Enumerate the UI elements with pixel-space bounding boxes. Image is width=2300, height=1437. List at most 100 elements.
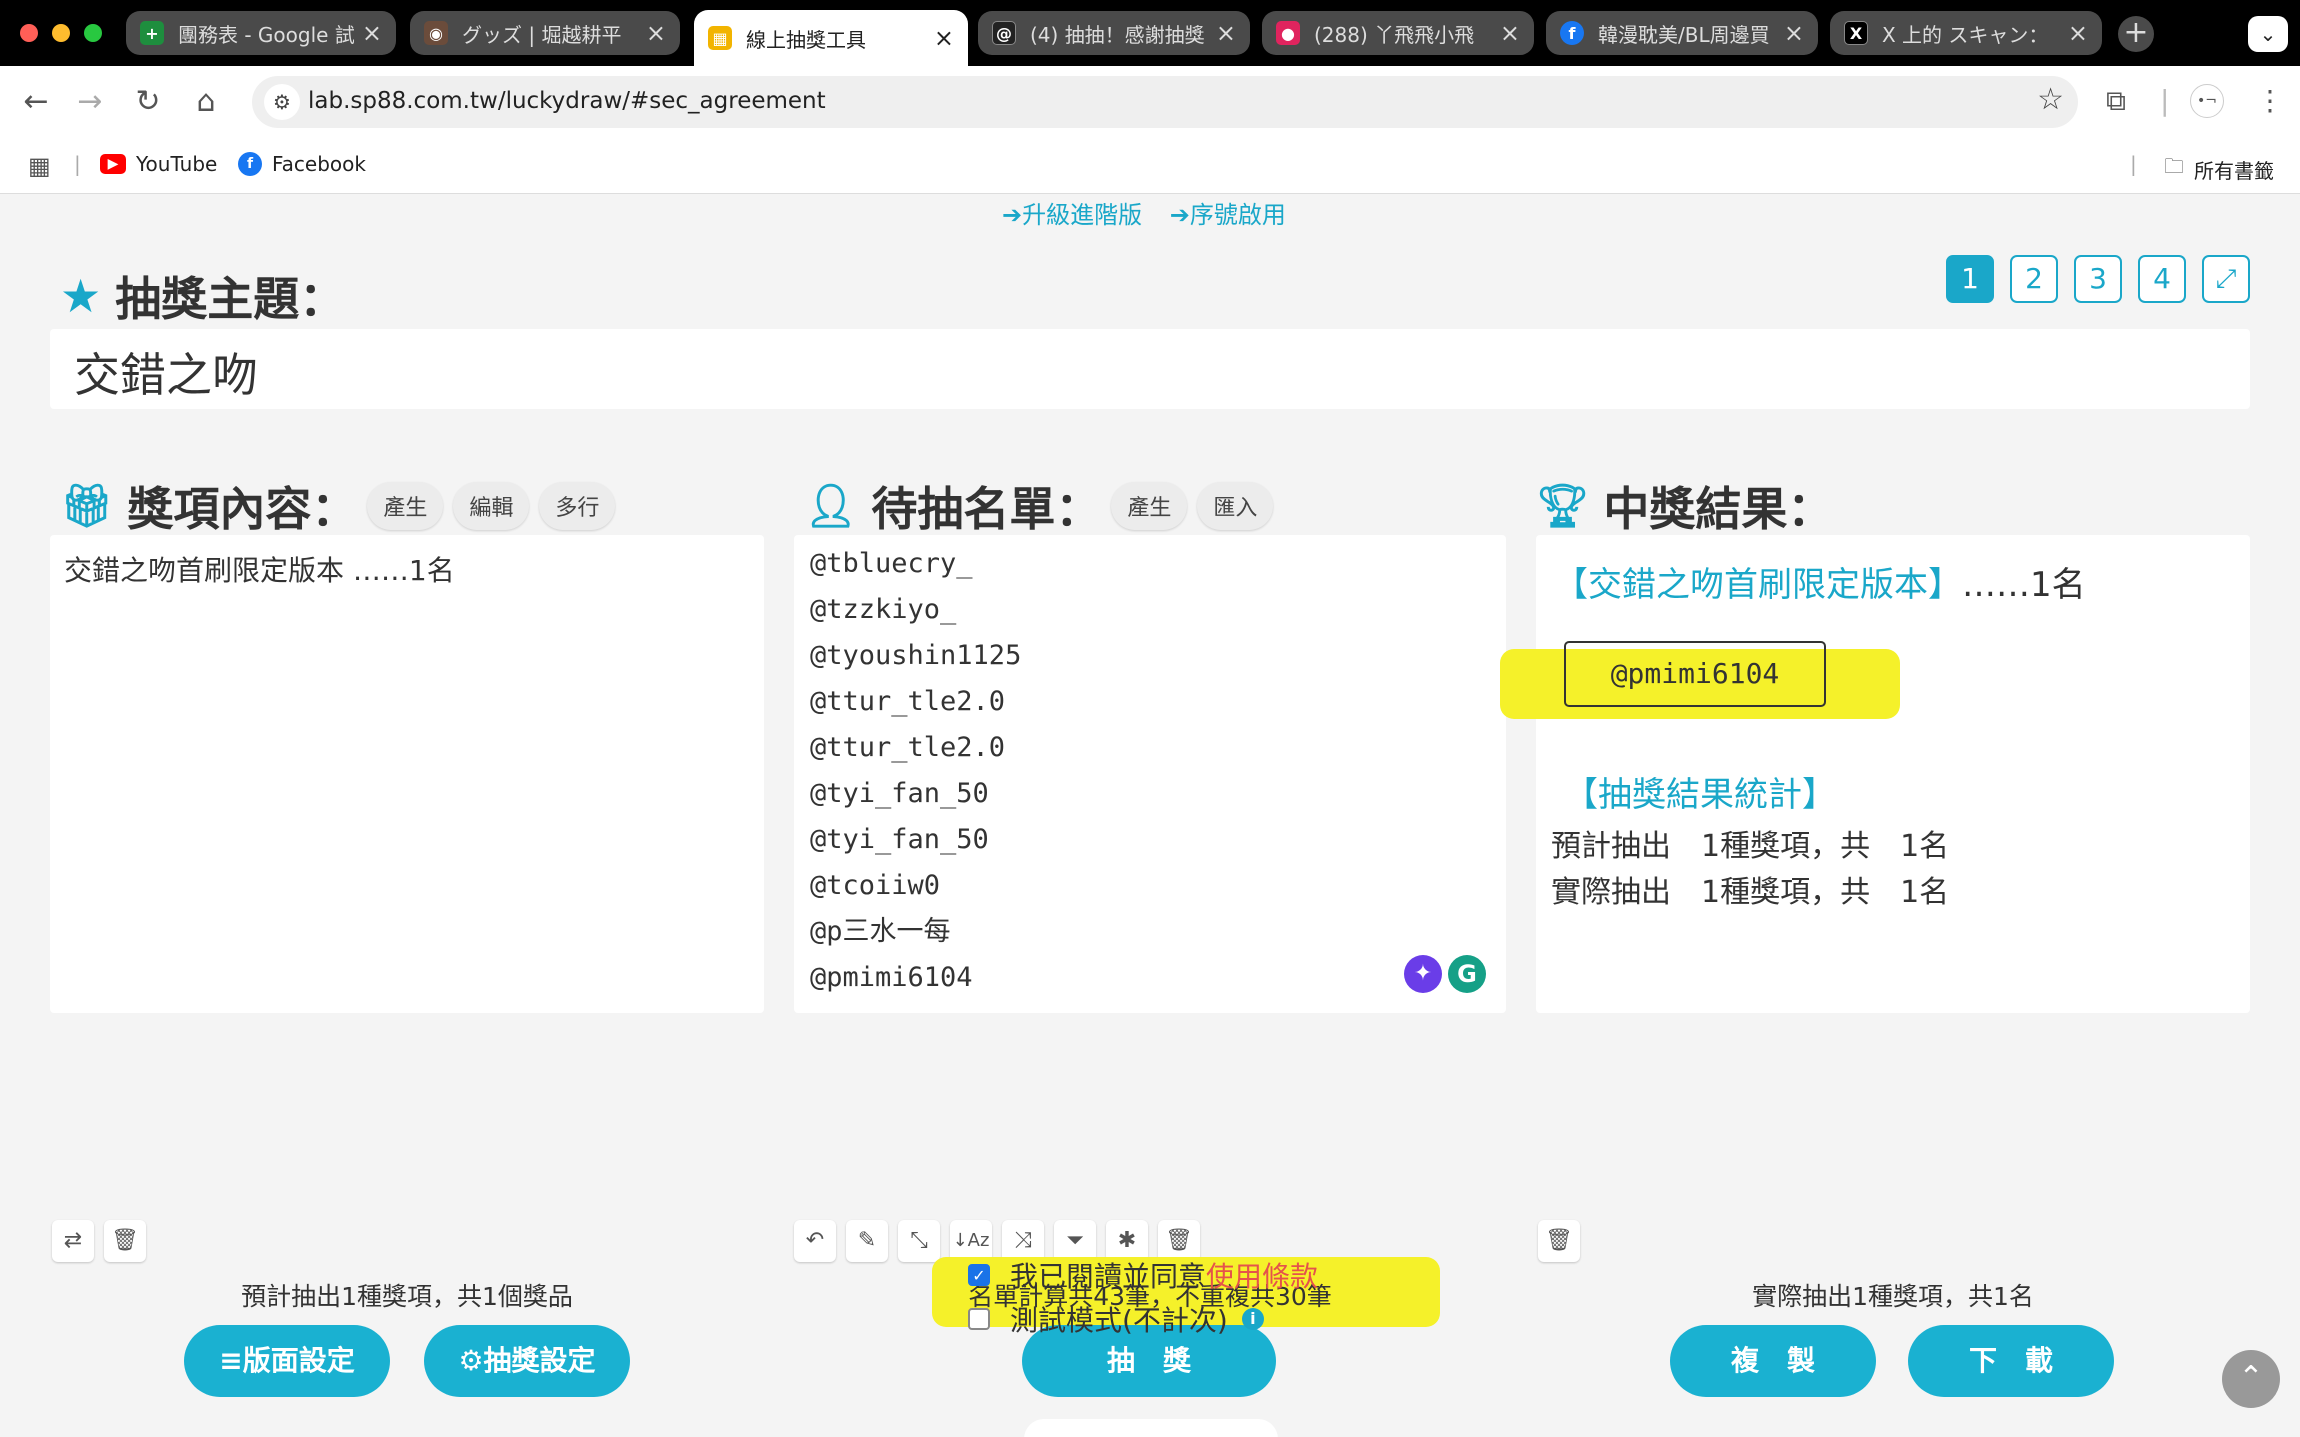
new-tab-button[interactable]: + bbox=[2118, 16, 2154, 52]
top-links: ➔升級進階版 ➔序號啟用 bbox=[1002, 195, 1306, 230]
upgrade-link[interactable]: ➔升級進階版 bbox=[1002, 201, 1142, 229]
bookmark-youtube[interactable]: ▶ YouTube bbox=[100, 152, 217, 176]
results-trash-icon[interactable]: 🗑︎ bbox=[1538, 1220, 1580, 1262]
test-mode-checkbox[interactable] bbox=[968, 1308, 990, 1330]
prizes-edit-button[interactable]: 編輯 bbox=[453, 482, 530, 530]
close-tab-icon[interactable]: × bbox=[362, 19, 382, 47]
browser-toolbar: ← → ↻ ⌂ ⚙ lab.sp88.com.tw/luckydraw/#sec… bbox=[0, 66, 2300, 138]
expand-icon[interactable]: ⤢ bbox=[2202, 255, 2250, 303]
winner-badge: @pmimi6104 bbox=[1564, 641, 1826, 707]
browser-tab[interactable]: @ (4) 抽抽！感謝抽獎 × bbox=[978, 11, 1250, 55]
entrants-textarea[interactable]: @tbluecry_ @tzzkiyo_ @tyoushin1125 @ttur… bbox=[794, 535, 1506, 1013]
close-window-button[interactable] bbox=[20, 24, 38, 42]
list-item: @ttur_tle2.0 bbox=[810, 732, 1006, 763]
tab-title: 線上抽獎工具 bbox=[746, 27, 866, 52]
entrants-import-button[interactable]: 匯入 bbox=[1197, 482, 1274, 530]
compress-icon[interactable]: ⤡ bbox=[898, 1220, 940, 1262]
address-bar[interactable]: ⚙ lab.sp88.com.tw/luckydraw/#sec_agreeme… bbox=[252, 76, 2078, 128]
result-prize-title: 【交錯之吻首刷限定版本】……1名 bbox=[1554, 557, 2086, 606]
page-2-button[interactable]: 2 bbox=[2010, 255, 2058, 303]
agreement-row: ✓ 我已閱讀並同意 使用條款 bbox=[968, 1255, 1318, 1295]
entrants-label: 待抽名單： bbox=[871, 482, 1102, 536]
prizes-trash-icon[interactable]: 🗑︎ bbox=[104, 1220, 146, 1262]
agree-checkbox[interactable]: ✓ bbox=[968, 1264, 990, 1286]
browser-tab-bar: + 團務表 - Google 試 × ◉ グッズ | 堀越耕平 × ▦ 線上抽獎… bbox=[0, 0, 2300, 66]
apps-icon[interactable]: ▦ bbox=[28, 152, 51, 180]
serial-activate-link[interactable]: ➔序號啟用 bbox=[1170, 201, 1286, 229]
all-bookmarks[interactable]: 🗀 所有書籤 bbox=[2164, 152, 2274, 186]
bookmarks-bar: ▦ | ▶ YouTube f Facebook | 🗀 所有書籤 bbox=[0, 138, 2300, 194]
browser-tab[interactable]: f 韓漫耽美/BL周邊買 × bbox=[1546, 11, 1818, 55]
magic-wand-icon[interactable]: ✎ bbox=[846, 1220, 888, 1262]
results-summary: 實際抽出1種獎項，共1名 bbox=[1752, 1282, 2034, 1311]
layout-settings-button[interactable]: ≡版面設定 bbox=[184, 1325, 390, 1397]
tab-title: グッズ | 堀越耕平 bbox=[462, 22, 622, 47]
entrants-generate-button[interactable]: 產生 bbox=[1111, 482, 1188, 530]
site-icon: ● bbox=[1276, 21, 1300, 45]
minimize-window-button[interactable] bbox=[52, 24, 70, 42]
maximize-window-button[interactable] bbox=[84, 24, 102, 42]
terms-link[interactable]: 使用條款 bbox=[1206, 1255, 1318, 1295]
url-text[interactable]: lab.sp88.com.tw/luckydraw/#sec_agreement bbox=[308, 88, 826, 114]
menu-icon[interactable]: ⋮ bbox=[2256, 84, 2284, 117]
site-icon: ◉ bbox=[424, 21, 448, 45]
prizes-textarea[interactable]: 交錯之吻首刷限定版本 ……1名 bbox=[50, 535, 764, 1013]
tab-title: (4) 抽抽！感謝抽獎 bbox=[1030, 22, 1205, 47]
bookmark-label: YouTube bbox=[136, 152, 218, 176]
info-icon[interactable]: i bbox=[1241, 1308, 1264, 1330]
prizes-multiline-button[interactable]: 多行 bbox=[539, 482, 616, 530]
close-tab-icon[interactable]: × bbox=[1216, 19, 1236, 47]
list-item: @tbluecry_ bbox=[810, 548, 973, 579]
scroll-to-top-button[interactable]: ⌃ bbox=[2222, 1350, 2280, 1408]
browser-tab[interactable]: ◉ グッズ | 堀越耕平 × bbox=[410, 11, 680, 55]
bookmark-facebook[interactable]: f Facebook bbox=[238, 152, 366, 176]
list-item: @tyi_fan_50 bbox=[810, 824, 989, 855]
download-button[interactable]: 下 載 bbox=[1908, 1325, 2114, 1397]
prizes-generate-button[interactable]: 產生 bbox=[367, 482, 444, 530]
site-info-icon[interactable]: ⚙ bbox=[264, 84, 300, 120]
prizes-header: 🎁︎ 獎項內容： 產生 編輯 多行 bbox=[60, 473, 616, 539]
bookmark-star-icon[interactable]: ☆ bbox=[2037, 82, 2064, 117]
close-tab-icon[interactable]: × bbox=[934, 24, 954, 52]
prizes-shuffle-icon[interactable]: ⇄ bbox=[52, 1220, 94, 1262]
page-1-button[interactable]: 1 bbox=[1946, 255, 1994, 303]
stats-actual: 實際抽出 1種獎項，共 1名 bbox=[1551, 875, 1950, 910]
profile-avatar[interactable]: •¬ bbox=[2190, 84, 2224, 118]
agree-text: 我已閱讀並同意 bbox=[1010, 1260, 1207, 1293]
results-label: 中獎結果： bbox=[1603, 482, 1834, 536]
browser-tab-active[interactable]: ▦ 線上抽獎工具 × bbox=[694, 10, 968, 66]
browser-tab[interactable]: ● (288) 丫飛飛小飛 × bbox=[1262, 11, 1534, 55]
draw-settings-button[interactable]: ⚙抽獎設定 bbox=[424, 1325, 630, 1397]
close-tab-icon[interactable]: × bbox=[1784, 19, 1804, 47]
sheets-icon: + bbox=[140, 21, 164, 45]
grammarly-icon[interactable]: G bbox=[1448, 955, 1486, 993]
forward-icon[interactable]: → bbox=[72, 84, 108, 120]
folder-icon: 🗀 bbox=[2164, 154, 2184, 178]
list-item: @tcoiiw0 bbox=[810, 870, 941, 901]
x-icon: X bbox=[1844, 21, 1868, 45]
copy-button[interactable]: 複 製 bbox=[1670, 1325, 1876, 1397]
back-icon[interactable]: ← bbox=[18, 84, 54, 120]
theme-header: ★ 抽獎主題： bbox=[60, 263, 345, 329]
results-header: 🏆︎ 中獎結果： bbox=[1536, 473, 1833, 539]
close-tab-icon[interactable]: × bbox=[646, 19, 666, 47]
reload-icon[interactable]: ↻ bbox=[130, 84, 166, 120]
undo-icon[interactable]: ↶ bbox=[794, 1220, 836, 1262]
page-4-button[interactable]: 4 bbox=[2138, 255, 2186, 303]
close-tab-icon[interactable]: × bbox=[2068, 19, 2088, 47]
youtube-icon: ▶ bbox=[100, 154, 126, 174]
theme-input[interactable]: 交錯之吻 bbox=[50, 329, 2250, 409]
separator: | bbox=[2160, 84, 2170, 117]
sparkle-icon[interactable]: ✦ bbox=[1404, 955, 1442, 993]
browser-tab[interactable]: + 團務表 - Google 試 × bbox=[126, 11, 396, 55]
page-3-button[interactable]: 3 bbox=[2074, 255, 2122, 303]
separator: | bbox=[2130, 152, 2137, 176]
home-icon[interactable]: ⌂ bbox=[188, 84, 224, 120]
tab-title: X 上的 スキャン： bbox=[1882, 22, 2049, 47]
close-tab-icon[interactable]: × bbox=[1500, 19, 1520, 47]
tab-search-button[interactable]: ⌄ bbox=[2248, 16, 2288, 52]
prizes-summary: 預計抽出1種獎項，共1個獎品 bbox=[241, 1282, 573, 1311]
browser-tab[interactable]: X X 上的 スキャン： × bbox=[1830, 11, 2102, 55]
theme-label: 抽獎主題： bbox=[115, 272, 346, 326]
extensions-icon[interactable]: ⧉ bbox=[2106, 84, 2126, 118]
